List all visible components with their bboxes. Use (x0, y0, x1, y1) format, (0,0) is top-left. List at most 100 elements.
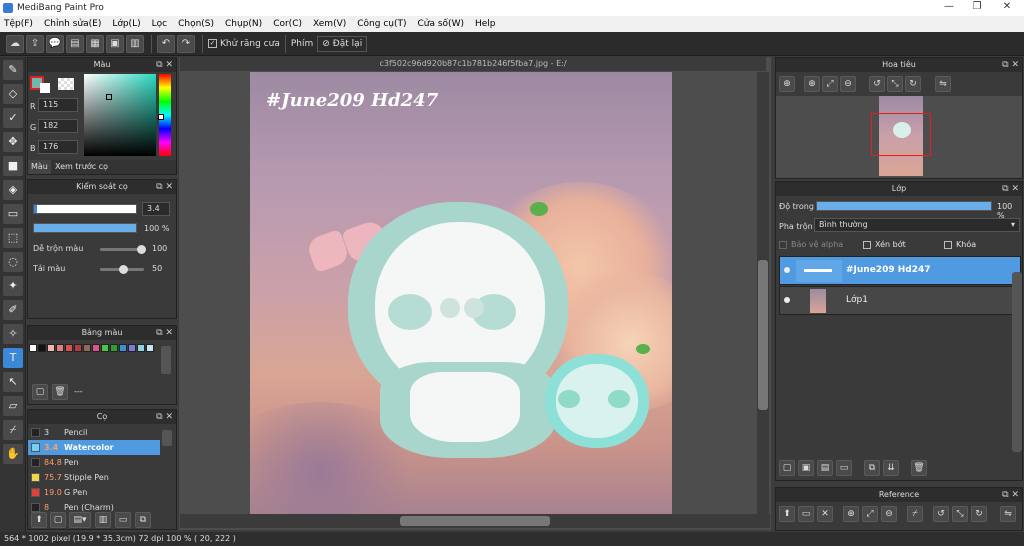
menu-tools[interactable]: Công cụ(T) (357, 19, 406, 29)
transparent-swatch[interactable] (58, 78, 74, 90)
panel-close-icon[interactable]: ⧉ ✕ (156, 58, 173, 72)
palette-swatch[interactable] (146, 344, 154, 352)
artwork-canvas[interactable]: #June209 Hd247 (250, 72, 672, 514)
new-folder-icon[interactable]: ▭ (836, 460, 852, 476)
panel-close-icon[interactable]: ⧉ ✕ (156, 410, 173, 424)
brush-row[interactable]: 19.0 G Pen (28, 485, 160, 500)
menu-view[interactable]: Xem(V) (313, 19, 346, 29)
delete-palette-icon[interactable]: 🗑 (52, 384, 68, 400)
menu-edit[interactable]: Chỉnh sửa(E) (44, 19, 101, 29)
palette-swatch[interactable] (110, 344, 118, 352)
brush-duplicate-icon[interactable]: ⧉ (135, 512, 151, 528)
rotate-right-icon[interactable]: ↻ (971, 506, 987, 522)
background-color-swatch[interactable] (40, 83, 50, 93)
palette-swatch[interactable] (119, 344, 127, 352)
share-icon[interactable]: ⇪ (26, 34, 44, 53)
tab-brush-preview[interactable]: Xem trước cọ (52, 160, 111, 174)
new-halftone-layer-icon[interactable]: ▣ (798, 460, 814, 476)
hand-tool-icon[interactable]: ✋ (3, 444, 23, 464)
canvas-horizontal-scrollbar[interactable] (180, 514, 770, 528)
gradient-tool-icon[interactable]: ▭ (3, 204, 23, 224)
menu-color[interactable]: Cor(C) (273, 19, 302, 29)
rotate-left-icon[interactable]: ↺ (869, 76, 885, 92)
menu-filter[interactable]: Lọc (152, 19, 167, 29)
brush-row[interactable]: 75.7 Stipple Pen (28, 470, 160, 485)
brush-row[interactable]: 84.8 Pen (28, 455, 160, 470)
clipping-toggle[interactable]: Xén bớt (863, 240, 906, 249)
move-tool-icon[interactable]: ✥ (3, 132, 23, 152)
new-brush-icon[interactable]: ▢ (50, 512, 66, 528)
protect-alpha-toggle[interactable]: Bảo vệ alpha (779, 240, 843, 249)
select-pen-icon[interactable]: ✐ (3, 300, 23, 320)
checkbox-icon[interactable]: ✓ (208, 39, 217, 48)
grid-icon[interactable]: ▦ (86, 34, 104, 53)
palette-swatch[interactable] (92, 344, 100, 352)
new-layer-icon[interactable]: ▢ (779, 460, 795, 476)
color-picker-square[interactable] (84, 74, 156, 156)
palette-swatch[interactable] (101, 344, 109, 352)
fit-view-icon[interactable]: ⤢ (862, 506, 878, 522)
brush-row[interactable]: 3.4 Watercolor (28, 440, 160, 455)
eyedropper-tool-icon[interactable]: ⌿ (3, 420, 23, 440)
palette-swatch[interactable] (83, 344, 91, 352)
zoom-in-alt-icon[interactable]: ⊕ (804, 76, 820, 92)
brush-size-slider[interactable] (33, 204, 137, 214)
zoom-out-icon[interactable]: ⊖ (840, 76, 856, 92)
palette-swatch[interactable] (29, 344, 37, 352)
panel-close-icon[interactable]: ⧉ ✕ (1002, 58, 1019, 72)
red-value-input[interactable]: 115 (38, 98, 78, 112)
lock-toggle[interactable]: Khóa (944, 240, 976, 249)
operation-tool-icon[interactable]: ↖ (3, 372, 23, 392)
palette-swatch[interactable] (128, 344, 136, 352)
open-reference-icon[interactable]: ▭ (798, 506, 814, 522)
reset-button[interactable]: ⊘ Đặt lại (317, 35, 368, 52)
comment-icon[interactable]: 💬 (46, 34, 64, 53)
vertical-scroll-thumb[interactable] (758, 260, 768, 410)
add-brush-icon[interactable]: ⬆ (31, 512, 47, 528)
rotate-left-icon[interactable]: ↺ (933, 506, 949, 522)
fit-view-icon[interactable]: ⤢ (822, 76, 838, 92)
green-value-input[interactable]: 182 (38, 119, 78, 133)
layer-row-selected[interactable]: #June209 Hd247 (779, 256, 1021, 285)
select-eraser-icon[interactable]: ✧ (3, 324, 23, 344)
menu-file[interactable]: Tệp(F) (4, 19, 33, 29)
redo-icon[interactable]: ↷ (177, 34, 195, 53)
visibility-eye-icon[interactable] (784, 297, 790, 303)
palette-swatch[interactable] (74, 344, 82, 352)
horizontal-scroll-thumb[interactable] (400, 516, 550, 526)
tab-color[interactable]: Màu (28, 160, 51, 174)
antialias-toggle[interactable]: ✓ Khử răng cưa (208, 39, 280, 49)
checkbox-icon[interactable] (863, 240, 871, 249)
color-mix-thumb[interactable] (137, 245, 146, 254)
panel-close-icon[interactable]: ⧉ ✕ (156, 180, 173, 194)
page-icon[interactable]: ▤ (66, 34, 84, 53)
zoom-in-icon[interactable]: ⊕ (779, 76, 795, 92)
layer-row[interactable]: Lớp1 (779, 286, 1021, 315)
fit-screen-icon[interactable]: ⤡ (887, 76, 903, 92)
brush-list-scrollbar[interactable] (162, 430, 172, 446)
lasso-tool-icon[interactable]: ◌ (3, 252, 23, 272)
brush-settings-icon[interactable]: ▥ (95, 512, 111, 528)
divide-tool-icon[interactable]: ▱ (3, 396, 23, 416)
document-tab[interactable]: c3f502c96d920b87c1b781b246f5fba7.jpg - E… (180, 57, 766, 71)
menu-window[interactable]: Cửa số(W) (418, 19, 464, 29)
layer-opacity-slider[interactable] (816, 201, 992, 211)
brush-size-input[interactable]: 3.4 (142, 202, 170, 216)
brush-opacity-slider[interactable] (33, 223, 137, 233)
blue-value-input[interactable]: 176 (38, 140, 78, 154)
rotate-right-icon[interactable]: ↻ (905, 76, 921, 92)
magic-wand-icon[interactable]: ✦ (3, 276, 23, 296)
visibility-eye-icon[interactable] (784, 267, 790, 273)
menu-snap[interactable]: Chụp(N) (225, 19, 262, 29)
panel-close-icon[interactable]: ⧉ ✕ (1002, 182, 1019, 196)
checkbox-icon[interactable] (944, 240, 952, 249)
close-reference-icon[interactable]: ✕ (817, 506, 833, 522)
new-8bit-layer-icon[interactable]: ▤ (817, 460, 833, 476)
navigator-view-rect[interactable] (871, 113, 931, 156)
duplicate-layer-icon[interactable]: ⧉ (864, 460, 880, 476)
palette-swatch[interactable] (38, 344, 46, 352)
palette-swatch[interactable] (56, 344, 64, 352)
flip-icon[interactable]: ⇋ (935, 76, 951, 92)
panel-icon[interactable]: ▥ (126, 34, 144, 53)
palette-swatch[interactable] (137, 344, 145, 352)
